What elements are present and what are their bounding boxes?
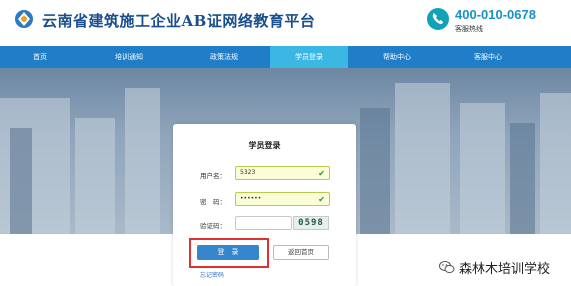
password-field[interactable]: •••••• ✔ [235,192,330,206]
watermark-text: 森林木培训学校 [459,262,551,277]
password-label: 密 码： [200,198,226,206]
captcha-input[interactable] [235,216,292,230]
phone-icon [427,8,449,30]
forgot-password-link[interactable]: 忘记密码 [200,270,224,279]
nav-help-center[interactable]: 帮助中心 [348,46,446,68]
login-panel: 学员登录 用户名： 5323 ✔ 密 码： •••••• ✔ 验证码： 0598… [173,124,356,286]
check-icon: ✔ [318,195,325,204]
back-home-button[interactable]: 返回首页 [273,245,329,260]
username-field[interactable]: 5323 ✔ [235,166,330,180]
check-icon: ✔ [318,169,325,178]
login-title: 学员登录 [248,141,281,150]
wechat-icon [439,261,455,274]
nav-training-notice[interactable]: 培训通知 [80,46,178,68]
nav-service-center[interactable]: 客服中心 [446,46,530,68]
username-value: 5323 [240,169,256,176]
nav-home[interactable]: 首页 [0,46,80,68]
nav-student-login[interactable]: 学员登录 [270,46,348,68]
main-nav: 首页 培训通知 政策法规 学员登录 帮助中心 客服中心 [0,46,571,68]
nav-policy[interactable]: 政策法规 [178,46,270,68]
site-title: 云南省建筑施工企业AB证网络教育平台 [42,12,316,30]
login-button[interactable]: 登 录 [197,245,259,260]
captcha-image[interactable]: 0598 [293,216,329,230]
password-value: •••••• [240,195,262,202]
hotline-number: 400-010-0678 [455,7,536,22]
site-header: 云南省建筑施工企业AB证网络教育平台 400-010-0678 客服热线 [0,0,571,46]
hotline-label: 客服热线 [455,25,483,33]
captcha-label: 验证码： [200,222,226,230]
username-label: 用户名： [200,172,226,180]
logo-icon [15,10,33,28]
